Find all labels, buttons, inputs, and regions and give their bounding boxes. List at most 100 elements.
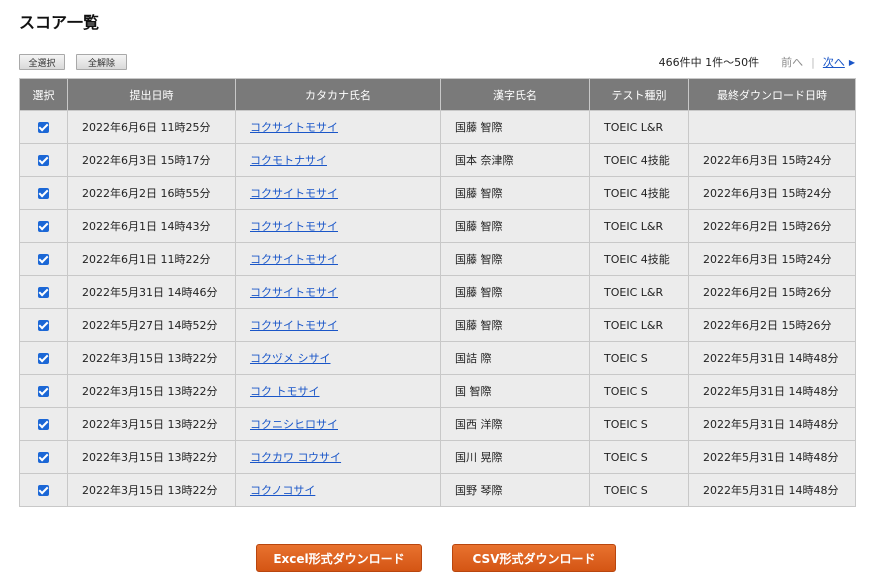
submitted-cell: 2022年3月15日 13時22分 [67,440,236,474]
select-cell [19,473,68,507]
select-cell [19,374,68,408]
kana-name-link[interactable]: コクカワ コウサイ [235,440,441,474]
test-type-cell: TOEIC L&R [589,275,689,309]
submitted-cell: 2022年3月15日 13時22分 [67,473,236,507]
row-checkbox[interactable] [38,221,49,232]
test-type-cell: TOEIC 4技能 [589,242,689,276]
kanji-name-cell: 国本 奈津際 [440,143,590,177]
submitted-cell: 2022年6月1日 11時22分 [67,242,236,276]
submitted-cell: 2022年3月15日 13時22分 [67,374,236,408]
select-cell [19,242,68,276]
last-download-cell [688,110,856,144]
score-table: 選択 提出日時 カタカナ氏名 漢字氏名 テスト種別 最終ダウンロード日時 202… [19,78,856,507]
triangle-right-icon[interactable]: ▶ [849,58,855,67]
submitted-cell: 2022年5月27日 14時52分 [67,308,236,342]
kana-name-link[interactable]: コクサイトモサイ [235,176,441,210]
test-type-cell: TOEIC S [589,341,689,375]
pager-divider: | [811,55,815,69]
table-row: 2022年3月15日 13時22分 コクノコサイ 国野 琴際 TOEIC S 2022年… [19,473,856,507]
kanji-name-cell: 国 智際 [440,374,590,408]
select-cell [19,176,68,210]
select-cell [19,407,68,441]
csv-download-button[interactable]: CSV形式ダウンロード [452,544,616,572]
excel-download-button[interactable]: Excel形式ダウンロード [256,544,422,572]
kanji-name-cell: 国藤 智際 [440,176,590,210]
row-checkbox[interactable] [38,353,49,364]
table-header-row: 選択 提出日時 カタカナ氏名 漢字氏名 テスト種別 最終ダウンロード日時 [19,78,856,111]
kanji-name-cell: 国藤 智際 [440,209,590,243]
table-row: 2022年6月1日 14時43分 コクサイトモサイ 国藤 智際 TOEIC L&R 20… [19,209,856,243]
last-download-cell: 2022年6月2日 15時26分 [688,209,856,243]
kanji-name-cell: 国川 晃際 [440,440,590,474]
table-row: 2022年6月2日 16時55分 コクサイトモサイ 国藤 智際 TOEIC 4技能 20… [19,176,856,210]
column-header-select: 選択 [19,78,68,111]
last-download-cell: 2022年6月3日 15時24分 [688,176,856,210]
row-checkbox[interactable] [38,485,49,496]
last-download-cell: 2022年6月3日 15時24分 [688,242,856,276]
pagination: 466件中 1件～50件 前へ | 次へ ▶ [659,54,855,70]
kana-name-link[interactable]: コクサイトモサイ [235,209,441,243]
kanji-name-cell: 国西 洋際 [440,407,590,441]
select-cell [19,440,68,474]
select-all-button[interactable]: 全選択 [19,54,65,70]
table-row: 2022年6月1日 11時22分 コクサイトモサイ 国藤 智際 TOEIC 4技能 20… [19,242,856,276]
test-type-cell: TOEIC S [589,407,689,441]
table-row: 2022年3月15日 13時22分 コクニシヒロサイ 国西 洋際 TOEIC S 202… [19,407,856,441]
table-row: 2022年3月15日 13時22分 コクカワ コウサイ 国川 晃際 TOEIC S 20… [19,440,856,474]
kanji-name-cell: 国藤 智際 [440,110,590,144]
kanji-name-cell: 国野 琴際 [440,473,590,507]
select-cell [19,308,68,342]
row-checkbox[interactable] [38,254,49,265]
select-cell [19,275,68,309]
column-header-test-type: テスト種別 [589,78,689,111]
row-checkbox[interactable] [38,287,49,298]
row-checkbox[interactable] [38,320,49,331]
test-type-cell: TOEIC L&R [589,209,689,243]
result-summary: 466件中 1件～50件 [658,56,760,69]
row-checkbox[interactable] [38,419,49,430]
table-row: 2022年3月15日 13時22分 コクヅメ シサイ 国詰 際 TOEIC S 2022… [19,341,856,375]
row-checkbox[interactable] [38,155,49,166]
kanji-name-cell: 国詰 際 [440,341,590,375]
submitted-cell: 2022年6月1日 14時43分 [67,209,236,243]
row-checkbox[interactable] [38,386,49,397]
submitted-cell: 2022年6月3日 15時17分 [67,143,236,177]
test-type-cell: TOEIC 4技能 [589,176,689,210]
last-download-cell: 2022年5月31日 14時48分 [688,407,856,441]
last-download-cell: 2022年6月3日 15時24分 [688,143,856,177]
column-header-kanji-name: 漢字氏名 [440,78,590,111]
kana-name-link[interactable]: コクノコサイ [235,473,441,507]
last-download-cell: 2022年6月2日 15時26分 [688,275,856,309]
kana-name-link[interactable]: コクサイトモサイ [235,275,441,309]
kanji-name-cell: 国藤 智際 [440,308,590,342]
deselect-all-button[interactable]: 全解除 [76,54,127,70]
select-cell [19,143,68,177]
toolbar: 全選択 全解除 466件中 1件～50件 前へ | 次へ ▶ [19,54,855,72]
column-header-last-download: 最終ダウンロード日時 [688,78,856,111]
last-download-cell: 2022年6月2日 15時26分 [688,308,856,342]
table-row: 2022年6月3日 15時17分 コクモトナサイ 国本 奈津際 TOEIC 4技能 20… [19,143,856,177]
select-cell [19,209,68,243]
kana-name-link[interactable]: コクニシヒロサイ [235,407,441,441]
select-cell [19,341,68,375]
kana-name-link[interactable]: コクヅメ シサイ [235,341,441,375]
kana-name-link[interactable]: コク トモサイ [235,374,441,408]
next-page-link[interactable]: 次へ [823,54,845,70]
page-title: スコア一覧 [19,13,100,32]
row-checkbox[interactable] [38,188,49,199]
table-row: 2022年6月6日 11時25分 コクサイトモサイ 国藤 智際 TOEIC L&R [19,110,856,144]
submitted-cell: 2022年3月15日 13時22分 [67,341,236,375]
select-cell [19,110,68,144]
kana-name-link[interactable]: コクモトナサイ [235,143,441,177]
kana-name-link[interactable]: コクサイトモサイ [235,110,441,144]
last-download-cell: 2022年5月31日 14時48分 [688,374,856,408]
row-checkbox[interactable] [38,122,49,133]
test-type-cell: TOEIC S [589,473,689,507]
prev-page-link[interactable]: 前へ [781,54,803,70]
kana-name-link[interactable]: コクサイトモサイ [235,242,441,276]
row-checkbox[interactable] [38,452,49,463]
table-row: 2022年5月27日 14時52分 コクサイトモサイ 国藤 智際 TOEIC L&R 2… [19,308,856,342]
column-header-kana-name: カタカナ氏名 [235,78,441,111]
kana-name-link[interactable]: コクサイトモサイ [235,308,441,342]
table-row: 2022年3月15日 13時22分 コク トモサイ国 智際 TOEIC S 2022年… [19,374,856,408]
